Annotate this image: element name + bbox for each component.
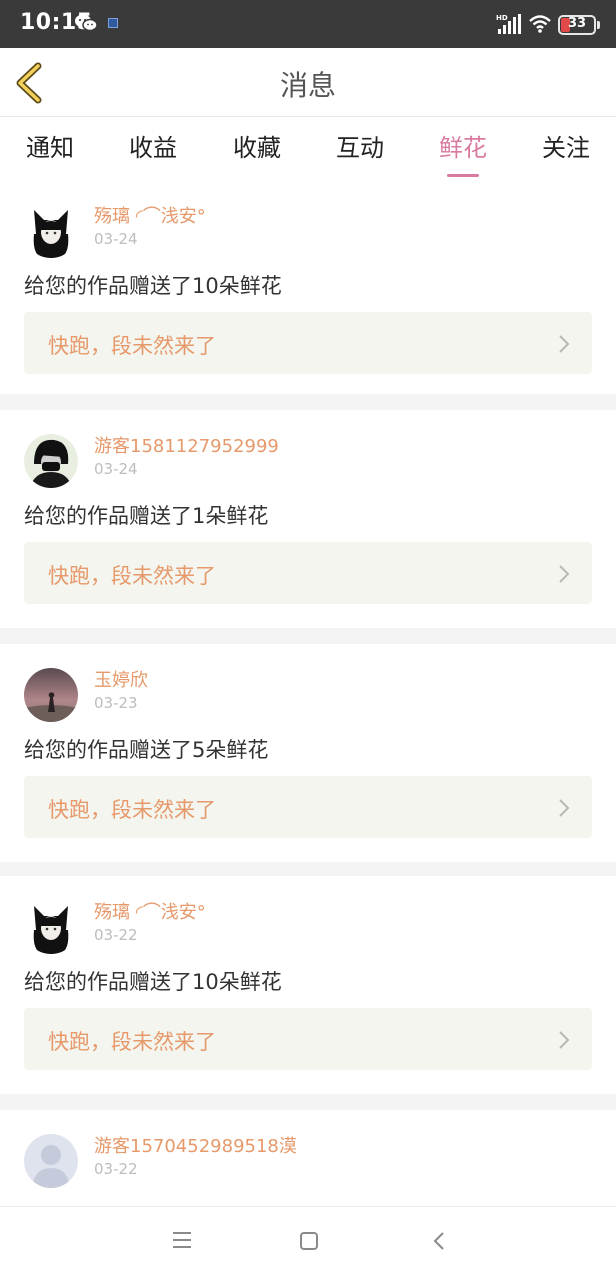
- work-title: 快跑，段未然来了: [48, 1030, 216, 1054]
- system-nav-bar: [0, 1206, 616, 1280]
- signal-icon: HD: [496, 13, 522, 39]
- message-text: 给您的作品赠送了1朵鲜花: [24, 504, 269, 528]
- tab-label: 通知: [26, 134, 74, 162]
- message-card: 殇璃 ◜⌒浅安° 03-24 给您的作品赠送了10朵鲜花 快跑，段未然来了: [0, 180, 616, 394]
- message-text: 给您的作品赠送了10朵鲜花: [24, 970, 282, 994]
- chevron-right-icon: [559, 1031, 570, 1049]
- username[interactable]: 游客1581127952999: [94, 432, 279, 458]
- chevron-right-icon: [559, 335, 570, 353]
- tab-label: 关注: [542, 134, 590, 162]
- tab-label: 鲜花: [439, 134, 487, 162]
- tab-label: 收藏: [233, 134, 281, 162]
- message-card: 游客1581127952999 03-24 给您的作品赠送了1朵鲜花 快跑，段未…: [0, 410, 616, 628]
- page-title: 消息: [279, 69, 336, 102]
- card-separator: [0, 1094, 616, 1110]
- avatar-default-person[interactable]: [24, 1134, 78, 1188]
- status-bar: 10:15 HD 33: [0, 0, 616, 48]
- active-tab-indicator: [447, 174, 479, 177]
- message-card: 殇璃 ◜⌒浅安° 03-22 给您的作品赠送了10朵鲜花 快跑，段未然来了: [0, 876, 616, 1094]
- tab-label: 互动: [336, 134, 384, 162]
- date: 03-24: [94, 460, 138, 478]
- avatar-black-cat-girl[interactable]: [24, 204, 78, 258]
- battery-text: 33: [567, 16, 587, 31]
- tab-earnings[interactable]: 收益: [113, 128, 193, 163]
- work-title: 快跑，段未然来了: [48, 798, 216, 822]
- tab-favorites[interactable]: 收藏: [217, 128, 297, 163]
- avatar-sunset-figure[interactable]: [24, 668, 78, 722]
- card-separator: [0, 628, 616, 644]
- tab-follows[interactable]: 关注: [526, 128, 606, 163]
- work-link[interactable]: 快跑，段未然来了: [24, 312, 592, 374]
- card-separator: [0, 394, 616, 410]
- work-link[interactable]: 快跑，段未然来了: [24, 1008, 592, 1070]
- work-link[interactable]: 快跑，段未然来了: [24, 542, 592, 604]
- date: 03-24: [94, 230, 138, 248]
- home-square-icon[interactable]: [299, 1231, 319, 1255]
- tab-notifications[interactable]: 通知: [10, 128, 90, 163]
- work-title: 快跑，段未然来了: [48, 334, 216, 358]
- username[interactable]: 殇璃 ◜⌒浅安°: [94, 898, 206, 924]
- wechat-icon: [74, 13, 98, 37]
- notification-icon: [108, 18, 118, 28]
- menu-icon[interactable]: [172, 1231, 192, 1253]
- work-title: 快跑，段未然来了: [48, 564, 216, 588]
- username[interactable]: 游客1570452989518漠: [94, 1132, 297, 1158]
- date: 03-23: [94, 694, 138, 712]
- work-link[interactable]: 快跑，段未然来了: [24, 776, 592, 838]
- battery-cap: [597, 21, 600, 29]
- tab-bar: 通知 收益 收藏 互动 鲜花 关注: [0, 118, 616, 180]
- header: 消息: [0, 48, 616, 117]
- avatar-masked-boy[interactable]: [24, 434, 78, 488]
- message-card: 玉婷欣 03-23 给您的作品赠送了5朵鲜花 快跑，段未然来了: [0, 644, 616, 862]
- username[interactable]: 殇璃 ◜⌒浅安°: [94, 202, 206, 228]
- message-text: 给您的作品赠送了10朵鲜花: [24, 274, 282, 298]
- username[interactable]: 玉婷欣: [94, 666, 148, 692]
- chevron-right-icon: [559, 565, 570, 583]
- tab-flowers[interactable]: 鲜花: [423, 128, 503, 177]
- tab-interactions[interactable]: 互动: [320, 128, 400, 163]
- message-card: 游客1570452989518漠 03-22: [0, 1110, 616, 1206]
- battery-icon: 33: [558, 15, 596, 35]
- message-text: 给您的作品赠送了5朵鲜花: [24, 738, 269, 762]
- date: 03-22: [94, 926, 138, 944]
- wifi-icon: [528, 14, 552, 38]
- date: 03-22: [94, 1160, 138, 1178]
- chevron-right-icon: [559, 799, 570, 817]
- network-label: HD: [496, 14, 508, 22]
- tab-label: 收益: [129, 134, 177, 162]
- avatar-black-cat-girl[interactable]: [24, 900, 78, 954]
- back-icon[interactable]: [432, 1231, 446, 1255]
